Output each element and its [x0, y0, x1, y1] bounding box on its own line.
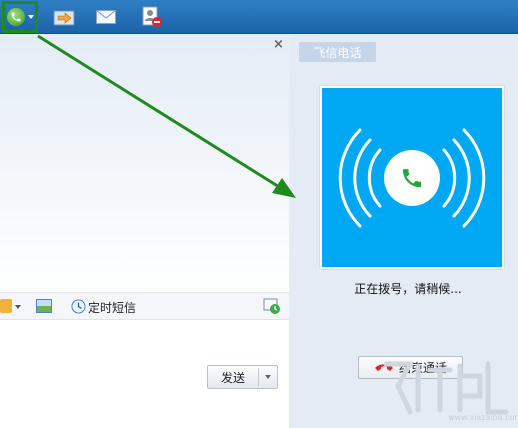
share-button[interactable]: [52, 3, 76, 31]
watermark-url: www.xiazaiba.com: [448, 413, 518, 422]
send-options-button[interactable]: [259, 375, 277, 379]
top-toolbar: [0, 0, 518, 34]
calling-animation-card: [320, 86, 504, 269]
contact-block-icon: [142, 6, 162, 27]
clock-icon[interactable]: [71, 299, 86, 314]
calling-graphic: [322, 88, 502, 267]
watermark-logo: [383, 361, 509, 415]
call-status-text: 正在拨号，请稍候...: [354, 282, 462, 296]
input-toolbar: 定时短信: [0, 292, 289, 320]
send-button[interactable]: 发送: [207, 365, 278, 389]
block-contact-button[interactable]: [140, 3, 164, 31]
image-icon[interactable]: [36, 299, 52, 313]
close-icon[interactable]: ×: [273, 37, 284, 52]
mail-icon: [96, 10, 116, 24]
share-icon: [53, 10, 75, 26]
chevron-down-icon: [27, 15, 34, 19]
tab-fetion-call[interactable]: 飞信电话: [299, 42, 376, 62]
message-history-area: [0, 34, 289, 292]
chevron-down-icon: [265, 375, 271, 379]
chevron-down-icon[interactable]: [15, 305, 21, 309]
phone-icon: [6, 8, 25, 26]
mail-button[interactable]: [95, 3, 117, 31]
history-icon[interactable]: [263, 298, 281, 315]
phone-menu-button[interactable]: [2, 1, 38, 33]
send-label: 发送: [220, 370, 245, 385]
ringing-phone-icon: [338, 128, 486, 228]
scheduled-sms-label[interactable]: 定时短信: [88, 299, 136, 316]
emoji-icon[interactable]: [0, 299, 12, 313]
